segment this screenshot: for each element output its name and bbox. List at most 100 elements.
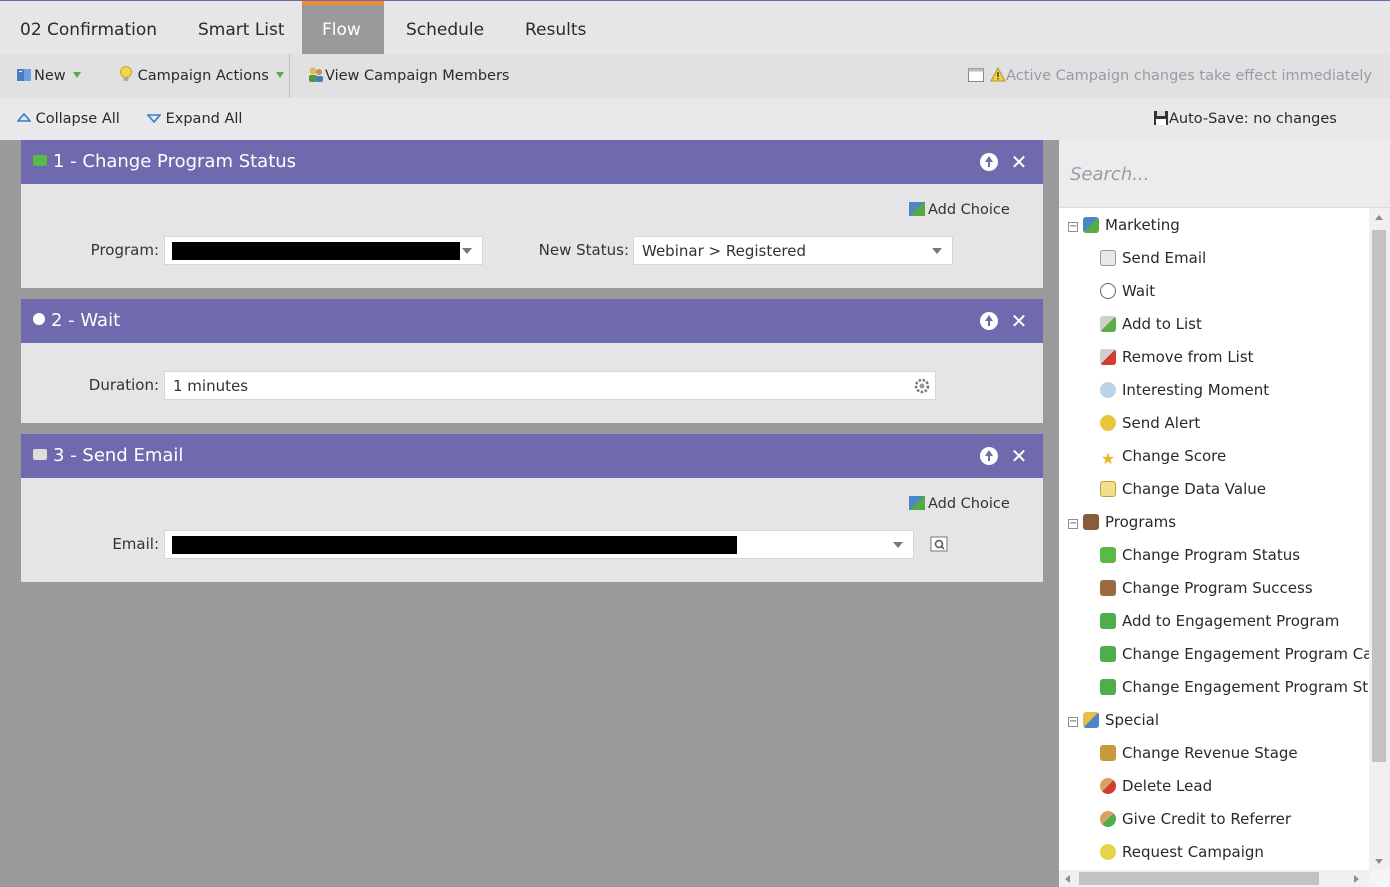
engagement-program-icon: [1100, 679, 1116, 695]
tab-bar: 02 Confirmation Smart List Flow Schedule…: [0, 0, 1390, 54]
move-up-icon[interactable]: [980, 312, 998, 330]
new-icon: [17, 69, 31, 81]
tree-item-send-alert[interactable]: Send Alert: [1100, 407, 1200, 440]
chevron-down-icon: [932, 248, 942, 254]
tree-item-add-to-engagement-program[interactable]: Add to Engagement Program: [1100, 605, 1339, 638]
email-select[interactable]: [164, 530, 914, 559]
tree-item-request-campaign[interactable]: Request Campaign: [1100, 836, 1264, 869]
marketing-icon: [1083, 217, 1099, 233]
tree-group-marketing[interactable]: − Marketing: [1068, 209, 1180, 242]
clock-icon: [1100, 283, 1116, 299]
step-header[interactable]: 2 - Wait ✕: [21, 299, 1043, 343]
email-icon: [1100, 250, 1116, 266]
duration-label: Duration:: [88, 376, 159, 394]
collapse-all-button[interactable]: Collapse All: [16, 98, 120, 140]
star-icon: ★: [1100, 449, 1116, 468]
add-to-list-icon: [1100, 316, 1116, 332]
vertical-scrollbar[interactable]: [1369, 208, 1390, 870]
autosave-label: Auto-Save: no changes: [1169, 111, 1337, 127]
tab-results[interactable]: Results: [505, 1, 606, 54]
tree-item-change-engagement-program-cadence[interactable]: Change Engagement Program Cad: [1100, 638, 1369, 671]
collapse-icon[interactable]: −: [1068, 222, 1078, 232]
horizontal-scrollbar[interactable]: [1059, 870, 1369, 887]
tree-item-change-program-success[interactable]: Change Program Success: [1100, 572, 1313, 605]
expand-all-button[interactable]: Expand All: [146, 98, 243, 140]
tree-item-remove-from-list[interactable]: Remove from List: [1100, 341, 1254, 374]
view-campaign-members-button[interactable]: View Campaign Members: [307, 54, 509, 98]
step-title: 2 - Wait: [51, 310, 121, 331]
tree-item-wait[interactable]: Wait: [1100, 275, 1155, 308]
tree-item-delete-lead[interactable]: Delete Lead: [1100, 770, 1212, 803]
duration-value: 1 minutes: [173, 377, 249, 395]
active-campaign-notice: Active Campaign changes take effect imme…: [990, 54, 1372, 98]
change-program-status-icon: [1100, 547, 1116, 563]
tab-smart-list[interactable]: Smart List: [178, 1, 305, 54]
tree-item-change-revenue-stage[interactable]: Change Revenue Stage: [1100, 737, 1298, 770]
tab-schedule[interactable]: Schedule: [386, 1, 504, 54]
engagement-program-icon: [1100, 613, 1116, 629]
scroll-down-icon[interactable]: [1375, 859, 1383, 864]
gear-icon[interactable]: [914, 378, 930, 394]
preview-search-icon[interactable]: [930, 536, 948, 552]
expand-all-label: Expand All: [165, 111, 243, 127]
flow-actions-tree: − Marketing Send Email Wait Add to List R…: [1059, 208, 1369, 870]
change-program-status-icon: [33, 155, 47, 166]
campaign-actions-label: Campaign Actions: [137, 68, 269, 84]
scroll-thumb[interactable]: [1079, 872, 1319, 885]
close-icon[interactable]: ✕: [1010, 446, 1028, 466]
collapse-icon[interactable]: −: [1068, 717, 1078, 727]
autosave-status: Auto-Save: no changes: [1153, 98, 1337, 140]
step-header[interactable]: 1 - Change Program Status ✕: [21, 140, 1043, 184]
scroll-thumb[interactable]: [1372, 230, 1386, 762]
tree-item-change-data-value[interactable]: Change Data Value: [1100, 473, 1266, 506]
move-up-icon[interactable]: [980, 447, 998, 465]
bell-icon: [1100, 415, 1116, 431]
program-label: Program:: [90, 241, 159, 259]
notice-text: Active Campaign changes take effect imme…: [1006, 68, 1372, 84]
close-icon[interactable]: ✕: [1010, 311, 1028, 331]
tree-item-send-email[interactable]: Send Email: [1100, 242, 1206, 275]
programs-icon: [1083, 514, 1099, 530]
request-campaign-icon: [1100, 844, 1116, 860]
flow-actions-palette: −Marketing Send Email Wait Add to List R…: [1059, 140, 1390, 887]
scroll-up-icon[interactable]: [1375, 215, 1383, 220]
tree-group-programs[interactable]: − Programs: [1068, 506, 1176, 539]
redacted-value: [172, 242, 460, 260]
change-program-success-icon: [1100, 580, 1116, 596]
add-choice-button[interactable]: Add Choice: [909, 202, 1010, 218]
collapse-all-label: Collapse All: [35, 111, 120, 127]
action-bar: Collapse All Expand All Auto-Save: no ch…: [0, 98, 1390, 140]
new-menu-button[interactable]: New: [16, 54, 81, 98]
scroll-right-icon[interactable]: [1354, 875, 1359, 883]
move-up-icon[interactable]: [980, 153, 998, 171]
close-icon[interactable]: ✕: [1010, 152, 1028, 172]
tree-item-give-credit-to-referrer[interactable]: Give Credit to Referrer: [1100, 803, 1291, 836]
duration-input[interactable]: 1 minutes: [164, 371, 936, 400]
collapse-icon[interactable]: −: [1068, 519, 1078, 529]
referrer-icon: [1100, 811, 1116, 827]
tab-flow[interactable]: Flow: [302, 1, 384, 54]
tree-group-special[interactable]: − Special: [1068, 704, 1159, 737]
flow-step-change-program-status: 1 - Change Program Status ✕ Add Choice P…: [21, 140, 1043, 288]
chevron-down-icon: [275, 72, 284, 78]
speech-bubble-icon: [1100, 382, 1116, 398]
campaign-actions-button[interactable]: Campaign Actions: [119, 54, 284, 98]
step-header[interactable]: 3 - Send Email ✕: [21, 434, 1043, 478]
tree-item-interesting-moment[interactable]: Interesting Moment: [1100, 374, 1269, 407]
view-members-label: View Campaign Members: [325, 68, 510, 84]
new-status-select[interactable]: Webinar > Registered: [633, 236, 953, 265]
tree-item-change-score[interactable]: ★ Change Score: [1100, 440, 1226, 473]
tree-item-change-engagement-program-stream[interactable]: Change Engagement Program Stre: [1100, 671, 1369, 704]
collapse-icon: [16, 112, 32, 122]
add-choice-button[interactable]: Add Choice: [909, 496, 1010, 512]
tree-item-add-to-list[interactable]: Add to List: [1100, 308, 1202, 341]
add-choice-icon: [909, 202, 925, 216]
scroll-left-icon[interactable]: [1065, 875, 1070, 883]
window-icon[interactable]: [967, 54, 985, 98]
tab-02-confirmation[interactable]: 02 Confirmation: [0, 1, 177, 54]
program-select[interactable]: [164, 236, 483, 265]
members-icon: [309, 67, 323, 82]
new-status-label: New Status:: [538, 241, 629, 259]
search-input[interactable]: [1059, 140, 1390, 208]
tree-item-change-program-status[interactable]: Change Program Status: [1100, 539, 1300, 572]
